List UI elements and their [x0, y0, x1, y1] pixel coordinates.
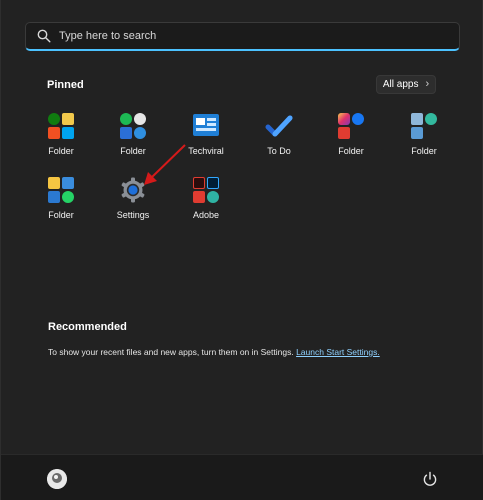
- pinned-app-label: Folder: [338, 146, 364, 156]
- pinned-app-label: Folder: [48, 210, 74, 220]
- power-icon[interactable]: [422, 471, 438, 487]
- folder-spotify-clock-icon: [119, 112, 147, 140]
- recommended-title: Recommended: [48, 321, 127, 333]
- pinned-app-adobe[interactable]: Adobe: [176, 172, 236, 227]
- pinned-app-folder-3[interactable]: Folder: [321, 108, 381, 163]
- pinned-app-label: Folder: [411, 146, 437, 156]
- search-icon: [37, 29, 51, 43]
- all-apps-button[interactable]: All apps ›: [376, 75, 436, 94]
- user-avatar-icon[interactable]: [47, 469, 67, 489]
- todo-check-icon: [265, 112, 293, 140]
- pinned-app-label: To Do: [267, 146, 291, 156]
- pinned-app-folder-5[interactable]: Folder: [31, 172, 91, 227]
- folder-explorer-whatsapp-icon: [47, 176, 75, 204]
- adobe-folder-icon: [192, 176, 220, 204]
- pinned-title: Pinned: [47, 79, 84, 91]
- folder-instagram-facebook-icon: [337, 112, 365, 140]
- pinned-app-todo[interactable]: To Do: [249, 108, 309, 163]
- settings-gear-icon: [119, 176, 147, 204]
- pinned-app-label: Settings: [116, 210, 150, 220]
- start-footer: [1, 454, 483, 500]
- pinned-app-label: Adobe: [192, 210, 220, 220]
- folder-xbox-store-icon: [47, 112, 75, 140]
- pinned-app-techviral[interactable]: Techviral: [176, 108, 236, 163]
- pinned-app-label: Techviral: [188, 146, 224, 156]
- pinned-app-label: Folder: [120, 146, 146, 156]
- all-apps-label: All apps: [382, 79, 419, 90]
- folder-notepad-edge-icon: [410, 112, 438, 140]
- pinned-app-label: Folder: [48, 146, 74, 156]
- search-placeholder: Type here to search: [59, 30, 157, 42]
- recommended-message-text: To show your recent files and new apps, …: [48, 347, 294, 357]
- pinned-app-settings[interactable]: Settings: [103, 172, 163, 227]
- launch-start-settings-link[interactable]: Launch Start Settings.: [296, 347, 380, 357]
- pinned-app-folder-2[interactable]: Folder: [103, 108, 163, 163]
- techviral-icon: [192, 112, 220, 140]
- recommended-message: To show your recent files and new apps, …: [48, 347, 380, 357]
- pinned-app-folder-4[interactable]: Folder: [394, 108, 454, 163]
- search-input[interactable]: Type here to search: [25, 22, 460, 51]
- pinned-app-folder-1[interactable]: Folder: [31, 108, 91, 163]
- chevron-right-icon: ›: [425, 78, 430, 90]
- start-menu: Type here to search Pinned All apps › Fo…: [0, 0, 483, 500]
